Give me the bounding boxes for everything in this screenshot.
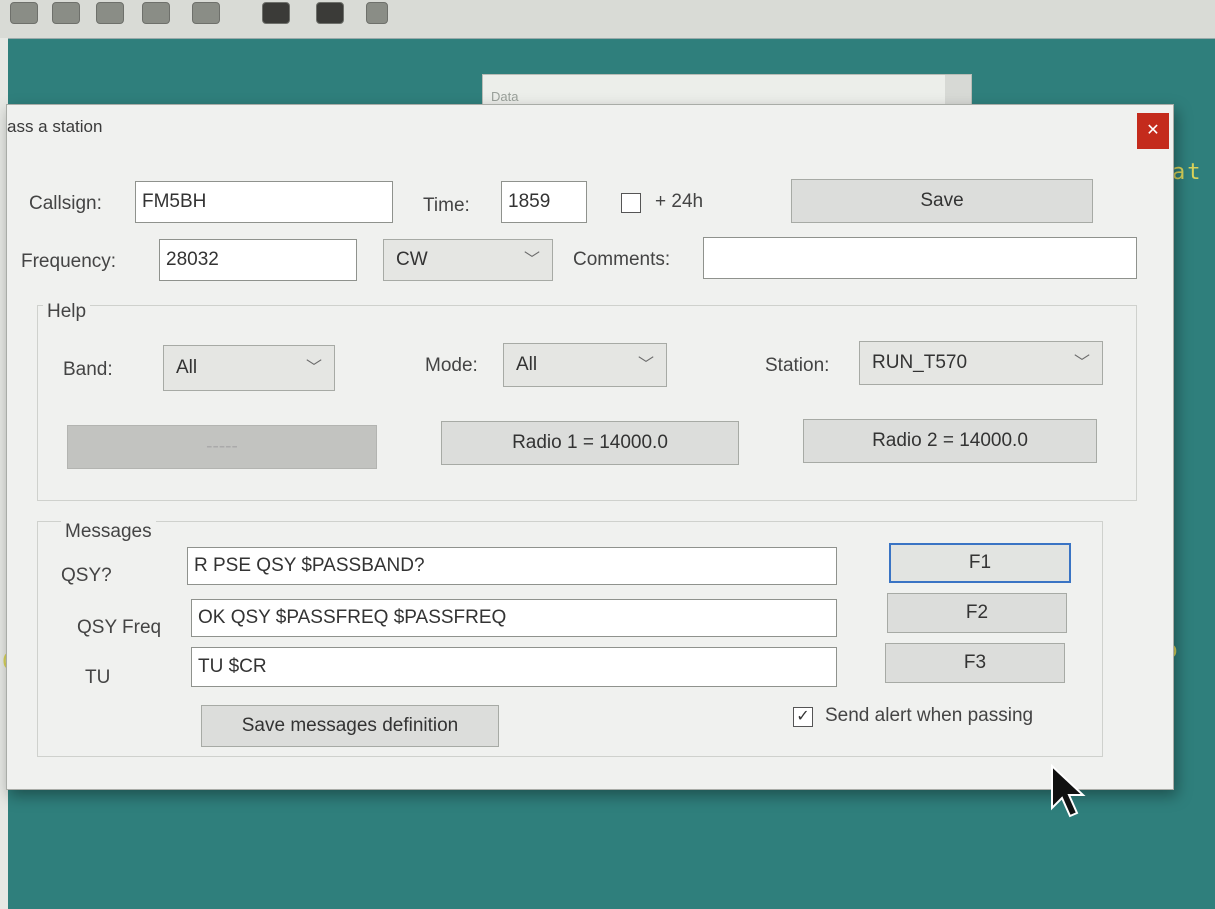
radio2-button[interactable]: Radio 2 = 14000.0 (803, 419, 1097, 463)
chevron-down-icon: ﹀ (305, 359, 322, 377)
mode-select-value: CW (396, 249, 428, 270)
band-info-button[interactable]: ----- (67, 425, 377, 469)
frequency-input[interactable]: 28032 (159, 239, 357, 281)
toolbar-strip (0, 0, 1215, 39)
close-button[interactable]: ✕ (1137, 113, 1169, 149)
message-input-qsy-freq[interactable]: OK QSY $PASSFREQ $PASSFREQ (191, 599, 837, 637)
mouse-cursor-icon (1050, 763, 1086, 825)
send-alert-checkbox[interactable]: ✓ (793, 707, 813, 727)
toolbar-icon-1[interactable] (10, 2, 38, 24)
station-select[interactable]: RUN_T570 ﹀ (859, 341, 1103, 385)
frequency-label: Frequency: (21, 251, 117, 272)
help-mode-select-value: All (516, 354, 538, 375)
toolbar-icon-3[interactable] (96, 2, 124, 24)
help-group (37, 305, 1137, 501)
callsign-input[interactable]: FM5BH (135, 181, 393, 223)
mode-select[interactable]: CW ﹀ (383, 239, 553, 281)
checkmark-icon: ✓ (796, 708, 810, 725)
mode-label: Mode: (425, 355, 478, 376)
save-messages-definition-button[interactable]: Save messages definition (201, 705, 499, 747)
close-icon: ✕ (1146, 122, 1160, 139)
help-mode-select[interactable]: All ﹀ (503, 343, 667, 387)
messages-group-title: Messages (61, 521, 156, 543)
station-label: Station: (765, 355, 830, 376)
band-label: Band: (63, 359, 113, 380)
message-label-qsy-freq: QSY Freq (77, 617, 162, 638)
plus24h-checkbox[interactable] (621, 193, 641, 213)
band-select-value: All (176, 357, 198, 378)
save-button[interactable]: Save (791, 179, 1093, 223)
radio1-button[interactable]: Radio 1 = 14000.0 (441, 421, 739, 465)
pass-station-dialog: ass a station ✕ Callsign: FM5BH Time: 18… (6, 104, 1174, 790)
time-input[interactable]: 1859 (501, 181, 587, 223)
message-input-qsy[interactable]: R PSE QSY $PASSBAND? (187, 547, 837, 585)
station-select-value: RUN_T570 (872, 352, 968, 373)
toolbar-icon-2[interactable] (52, 2, 80, 24)
chevron-down-icon: ﹀ (637, 356, 654, 374)
f2-button[interactable]: F2 (887, 593, 1067, 633)
comments-input[interactable] (703, 237, 1137, 279)
chevron-down-icon: ﹀ (1073, 354, 1090, 372)
dialog-title: ass a station (7, 117, 103, 136)
plus24h-label: + 24h (655, 191, 704, 212)
send-alert-label: Send alert when passing (825, 705, 1034, 726)
toolbar-icon-8[interactable] (366, 2, 388, 24)
band-select[interactable]: All ﹀ (163, 345, 335, 391)
bg-text-right-top: at (1172, 160, 1203, 185)
callsign-label: Callsign: (29, 193, 102, 214)
help-group-title: Help (43, 301, 91, 323)
comments-label: Comments: (573, 249, 671, 270)
message-label-qsy: QSY? (61, 565, 112, 586)
toolbar-icon-4[interactable] (142, 2, 170, 24)
toolbar-icon-6[interactable] (262, 2, 290, 24)
toolbar-icon-5[interactable] (192, 2, 220, 24)
time-label: Time: (423, 195, 470, 216)
message-label-tu: TU (85, 667, 111, 688)
f3-button[interactable]: F3 (885, 643, 1065, 683)
message-input-tu[interactable]: TU $CR (191, 647, 837, 687)
toolbar-icon-7[interactable] (316, 2, 344, 24)
f1-button[interactable]: F1 (889, 543, 1071, 583)
chevron-down-icon: ﹀ (523, 251, 540, 269)
background-window-title: Data (491, 89, 519, 104)
